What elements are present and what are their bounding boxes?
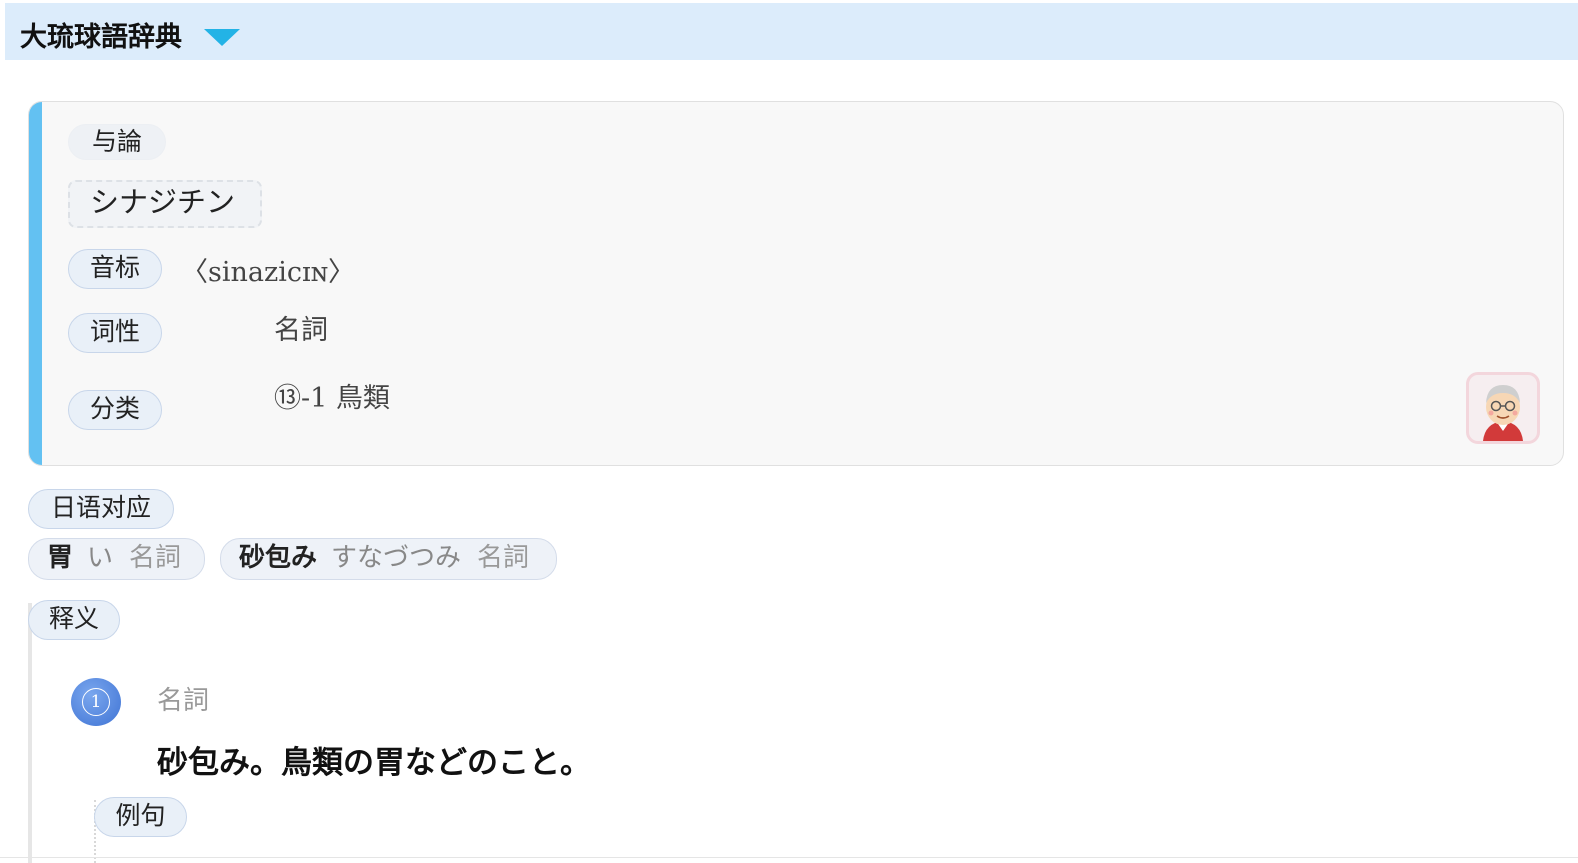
pos-label: 词性 <box>68 313 162 353</box>
japanese-correspondence-label: 日语对应 <box>28 489 174 529</box>
japanese-reading: い <box>87 543 114 573</box>
japanese-reading: すなづつみ <box>331 543 462 573</box>
japanese-pos: 名詞 <box>477 543 530 573</box>
category-value: ⑬-1 鳥類 <box>274 383 390 414</box>
definition-label: 释义 <box>28 600 120 640</box>
entry-card: 与論 シナジチン 音标 〈sinazicɪɴ〉 词性 名詞 分类 ⑬-1 鳥類 <box>28 101 1564 466</box>
headword: シナジチン <box>68 180 262 228</box>
dialect-tag: 与論 <box>68 124 166 160</box>
bottom-divider <box>0 857 1578 858</box>
japanese-word: 砂包み <box>239 543 318 573</box>
examples-label: 例句 <box>94 797 187 837</box>
dictionary-header: 大琉球語辞典 <box>5 3 1578 60</box>
sense-pos: 名詞 <box>157 686 210 716</box>
pronunciation-value: 〈sinazicɪɴ〉 <box>181 257 356 288</box>
dropdown-caret-icon[interactable] <box>204 29 240 46</box>
japanese-word-chip[interactable]: 砂包み すなづつみ 名詞 <box>220 538 557 580</box>
speaker-avatar-icon[interactable] <box>1466 372 1540 444</box>
pos-value: 名詞 <box>274 315 328 346</box>
dictionary-title: 大琉球語辞典 <box>20 22 182 53</box>
sense-number-icon: 1 <box>71 678 121 726</box>
japanese-word: 胃 <box>47 543 74 573</box>
category-label: 分类 <box>68 390 162 430</box>
japanese-word-chip[interactable]: 胃い名詞 <box>28 538 205 580</box>
pronunciation-label: 音标 <box>68 249 162 289</box>
japanese-pos: 名詞 <box>129 543 182 573</box>
sense-definition: 砂包み。鳥類の胃などのこと。 <box>157 745 591 781</box>
card-accent-bar <box>29 102 42 465</box>
definition-guide-line <box>28 603 32 863</box>
